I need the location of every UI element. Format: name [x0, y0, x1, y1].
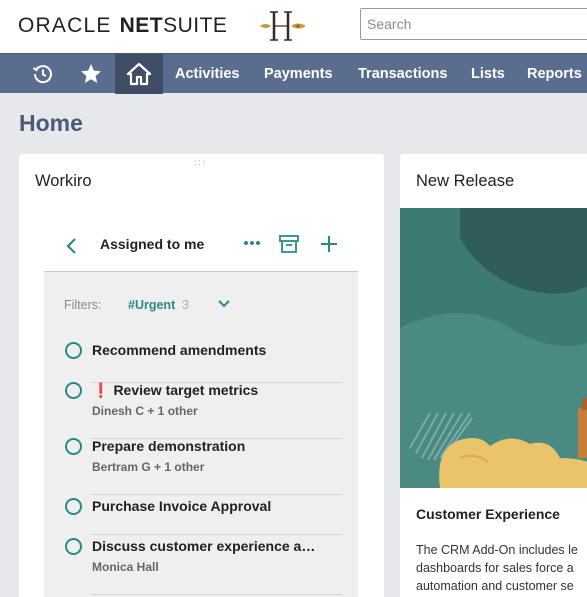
filter-count: 3: [182, 298, 189, 312]
brand-netsuite-bold: NET: [119, 14, 164, 37]
task-assignees: Bertram G + 1 other: [92, 460, 205, 474]
task-title: Recommend amendments: [92, 342, 267, 358]
task-list-panel: Filters: #Urgent 3 Recommend amendments …: [44, 272, 358, 597]
task-title: Prepare demonstration: [92, 438, 246, 454]
page-title: Home: [19, 110, 83, 136]
task-complete-checkbox[interactable]: [65, 538, 82, 555]
star-icon: [81, 64, 101, 83]
filters-label: Filters:: [64, 298, 102, 312]
more-options-icon[interactable]: [241, 232, 263, 254]
release-text-line: dashboards for sales force a: [416, 561, 574, 575]
new-release-portlet: New Release Customer Experience The CRM …: [400, 154, 587, 597]
oracle-netsuite-logo[interactable]: ORACLE NETSUITE: [18, 14, 227, 38]
house-icon: [126, 62, 152, 86]
task-divider: [92, 494, 342, 495]
brand-oracle-text: ORACLE: [18, 14, 112, 37]
task-title-text: Review target metrics: [113, 382, 259, 398]
company-h-logo-icon: [260, 11, 306, 41]
portlet-title-workiro: Workiro: [35, 172, 92, 190]
release-heading: Customer Experience: [416, 506, 560, 522]
portlet-title-new-release: New Release: [416, 172, 515, 190]
task-assignees: Dinesh C + 1 other: [92, 404, 198, 418]
home-icon[interactable]: [115, 54, 163, 94]
nav-transactions[interactable]: Transactions: [358, 54, 447, 94]
task-title: Purchase Invoice Approval: [92, 498, 272, 514]
nav-reports[interactable]: Reports: [527, 54, 582, 94]
nav-lists[interactable]: Lists: [471, 54, 505, 94]
assigned-to-me-title: Assigned to me: [100, 236, 205, 252]
nav-activities[interactable]: Activities: [175, 54, 239, 94]
brand-netsuite-rest: SUITE: [163, 14, 228, 37]
task-complete-checkbox[interactable]: [65, 438, 82, 455]
drag-handle-icon[interactable]: :::: [194, 158, 206, 168]
archive-icon[interactable]: [278, 233, 300, 255]
favorites-star-icon[interactable]: [67, 54, 115, 94]
clock-history-icon: [32, 65, 52, 84]
workiro-portlet: ::: Workiro Assigned to me Filters: #Urg…: [19, 154, 384, 597]
release-illustration-image: [400, 208, 587, 488]
nav-payments[interactable]: Payments: [264, 54, 333, 94]
task-divider: [92, 534, 342, 535]
release-text-line: The CRM Add-On includes le: [416, 543, 578, 557]
top-header: ORACLE NETSUITE: [0, 0, 587, 53]
task-title: ❗ Review target metrics: [92, 382, 258, 399]
task-complete-checkbox[interactable]: [65, 498, 82, 515]
task-title: Discuss customer experience a…: [92, 538, 316, 554]
task-complete-checkbox[interactable]: [65, 342, 82, 359]
task-divider: [92, 594, 342, 595]
main-navigation-bar: Activities Payments Transactions Lists R…: [0, 53, 587, 94]
urgent-exclamation-icon: ❗: [92, 382, 110, 398]
add-task-plus-icon[interactable]: [318, 233, 340, 255]
filter-tag-urgent[interactable]: #Urgent: [128, 298, 175, 312]
back-chevron-icon[interactable]: [62, 236, 82, 256]
brand-netsuite-text: NETSUITE: [120, 14, 228, 38]
task-complete-checkbox[interactable]: [65, 382, 82, 399]
chevron-down-icon[interactable]: [216, 296, 232, 312]
release-description: The CRM Add-On includes le dashboards fo…: [416, 541, 587, 595]
workiro-header: Assigned to me: [44, 220, 358, 272]
recent-history-icon[interactable]: [19, 54, 67, 94]
global-search-input[interactable]: [360, 8, 587, 40]
release-text-line: automation and customer se: [416, 579, 574, 593]
task-assignees: Monica Hall: [92, 560, 159, 574]
